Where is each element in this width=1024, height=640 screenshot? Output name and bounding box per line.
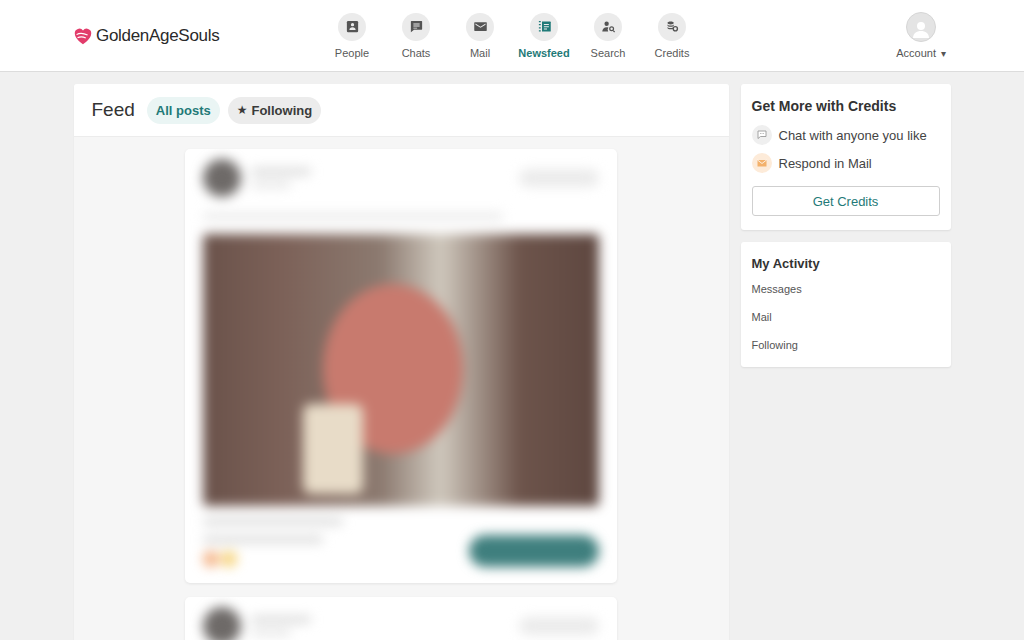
heart-logo-icon xyxy=(72,25,94,47)
post-author xyxy=(251,168,509,188)
caret-icon: ▾ xyxy=(941,48,946,59)
post-card[interactable] xyxy=(185,149,617,583)
logo-text: GoldenAgeSouls xyxy=(96,26,219,46)
avatar xyxy=(906,12,936,42)
post-avatar xyxy=(203,159,241,197)
activity-title: My Activity xyxy=(752,256,940,271)
top-bar: GoldenAgeSouls People Chats Mail Newsfeed Sea… xyxy=(0,0,1024,72)
nav-icon-circle xyxy=(466,13,494,41)
feed-list xyxy=(74,137,729,640)
post-header xyxy=(203,607,599,640)
person-search-icon xyxy=(601,19,616,34)
nav-label: Mail xyxy=(470,47,490,59)
credits-title: Get More with Credits xyxy=(752,98,940,114)
coins-icon xyxy=(665,19,680,34)
account-label-row: Account ▾ xyxy=(896,47,946,59)
feed-tab[interactable]: ★Following xyxy=(228,97,321,124)
activity-link[interactable]: Messages xyxy=(752,283,940,299)
post-photo xyxy=(203,234,599,506)
logo[interactable]: GoldenAgeSouls xyxy=(72,25,329,47)
post-action-button[interactable] xyxy=(469,535,599,567)
post-content xyxy=(185,597,617,640)
post-caption xyxy=(203,213,503,220)
nav-label: Chats xyxy=(402,47,431,59)
feed-header: Feed All posts ★Following xyxy=(74,84,729,137)
nav-item[interactable]: People xyxy=(329,13,375,59)
person-silhouette-icon xyxy=(909,17,933,41)
main-nav: People Chats Mail Newsfeed Search Credits xyxy=(329,13,695,59)
chat-bubble-icon xyxy=(756,129,768,141)
nav-label: Newsfeed xyxy=(518,47,569,59)
nav-label: Search xyxy=(591,47,626,59)
contact-card-icon xyxy=(345,19,360,34)
chat-bubble-icon xyxy=(409,19,424,34)
star-icon: ★ xyxy=(237,103,248,117)
activity-link[interactable]: Following xyxy=(752,339,940,355)
post-card[interactable] xyxy=(185,597,617,640)
nav-icon-circle xyxy=(658,13,686,41)
benefit-icon-circle xyxy=(752,125,772,145)
feed-title: Feed xyxy=(92,99,135,121)
benefit-label: Respond in Mail xyxy=(779,156,872,171)
post-avatar xyxy=(203,607,241,640)
nav-label: People xyxy=(335,47,369,59)
nav-label: Credits xyxy=(655,47,690,59)
post-author xyxy=(251,616,509,636)
activity-link[interactable]: Mail xyxy=(752,311,940,327)
nav-icon-circle xyxy=(338,13,366,41)
post-text xyxy=(203,518,343,525)
benefit-icon-circle xyxy=(752,153,772,173)
post-header xyxy=(203,159,599,197)
post-reactions[interactable] xyxy=(203,536,323,567)
main-content: FeedAll posts★FollowingGet More with Cre… xyxy=(74,84,951,640)
post-footer xyxy=(203,535,599,567)
envelope-icon xyxy=(473,19,488,34)
nav-item[interactable]: Newsfeed xyxy=(521,13,567,59)
credits-card: Get More with Credits Chat with anyone yo… xyxy=(741,84,951,230)
feed-tab-label: Following xyxy=(251,103,312,118)
newsfeed-icon xyxy=(537,19,552,34)
post-follow-button[interactable] xyxy=(519,169,599,187)
page: GoldenAgeSouls People Chats Mail Newsfeed Sea… xyxy=(0,0,1024,640)
envelope-icon xyxy=(756,157,768,169)
credit-benefit: Respond in Mail xyxy=(752,152,940,174)
nav-item[interactable]: Search xyxy=(585,13,631,59)
post-content xyxy=(185,149,617,583)
activity-card: My Activity Messages Mail Following xyxy=(741,242,951,367)
nav-item[interactable]: Credits xyxy=(649,13,695,59)
account-label: Account xyxy=(896,47,936,59)
post-follow-button[interactable] xyxy=(519,617,599,635)
sidebar: Get More with Credits Chat with anyone yo… xyxy=(741,84,951,367)
nav-icon-circle xyxy=(594,13,622,41)
account-menu[interactable]: Account ▾ xyxy=(896,12,946,59)
nav-item[interactable]: Chats xyxy=(393,13,439,59)
feed-tab[interactable]: All posts xyxy=(147,97,220,124)
benefit-label: Chat with anyone you like xyxy=(779,128,927,143)
credit-benefit: Chat with anyone you like xyxy=(752,124,940,146)
feed-panel: Feed All posts ★Following xyxy=(74,84,729,640)
nav-icon-circle xyxy=(402,13,430,41)
nav-icon-circle xyxy=(530,13,558,41)
nav-item[interactable]: Mail xyxy=(457,13,503,59)
get-credits-button[interactable]: Get Credits xyxy=(752,186,940,216)
feed-tab-label: All posts xyxy=(156,103,211,118)
